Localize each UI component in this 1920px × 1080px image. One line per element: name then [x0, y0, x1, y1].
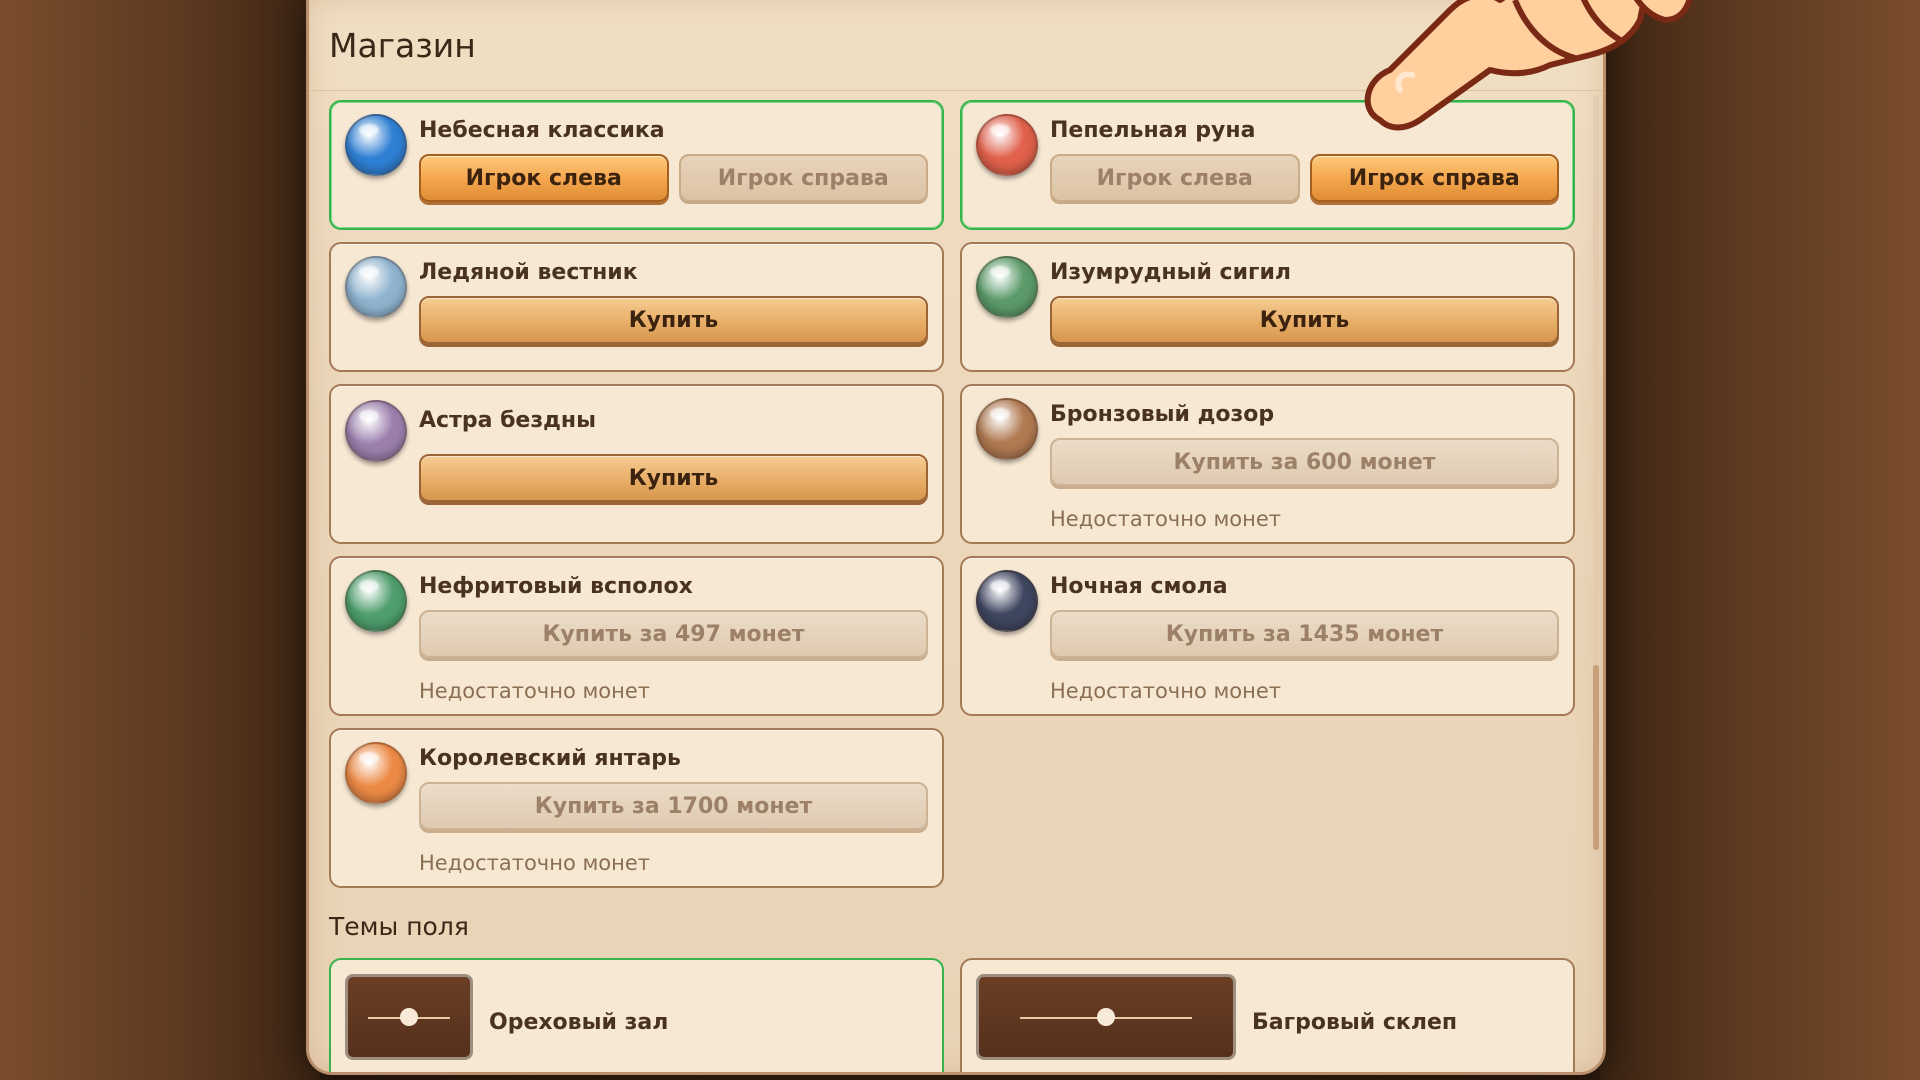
skin-orb-icon	[345, 570, 407, 632]
pointing-hand-icon	[1364, 0, 1693, 131]
not-enough-coins-text: Недостаточно монет	[419, 679, 651, 703]
skin-orb-icon	[976, 256, 1038, 318]
skin-name: Небесная классика	[419, 118, 665, 143]
skin-card-astra-bezdny: Астра бездны Купить	[329, 384, 944, 544]
skin-orb-icon	[345, 114, 407, 176]
skin-card-bronzovy-dozor: Бронзовый дозор Купить за 600 монет Недо…	[960, 384, 1575, 544]
buy-for-coins-button[interactable]: Купить за 600 монет	[1050, 438, 1559, 486]
skin-card-ledyanoy-vestnik: Ледяной вестник Купить	[329, 242, 944, 372]
player-right-button[interactable]: Игрок справа	[1309, 154, 1559, 202]
skin-card-izumrudny-sigil: Изумрудный сигил Купить	[960, 242, 1575, 372]
buy-for-coins-button[interactable]: Купить за 497 монет	[419, 610, 928, 658]
theme-name: Ореховый зал	[489, 1010, 669, 1035]
skins-grid: Небесная классика Игрок слева Игрок спра…	[329, 100, 1575, 888]
skin-orb-icon	[345, 400, 407, 462]
skin-name: Нефритовый всполох	[419, 574, 693, 599]
theme-preview-icon	[345, 974, 473, 1060]
theme-preview-icon	[976, 974, 1236, 1060]
skin-card-korolevsky-yantar: Королевский янтарь Купить за 1700 монет …	[329, 728, 944, 888]
buy-for-coins-button[interactable]: Купить за 1700 монет	[419, 782, 928, 830]
skin-orb-icon	[976, 398, 1038, 460]
player-right-button[interactable]: Игрок справа	[678, 154, 928, 202]
theme-name: Багровый склеп	[1252, 1010, 1458, 1035]
themes-row: Ореховый зал Багровый склеп	[329, 958, 1575, 1072]
not-enough-coins-text: Недостаточно монет	[1050, 507, 1282, 531]
skin-name: Астра бездны	[419, 408, 596, 433]
player-left-button[interactable]: Игрок слева	[1050, 154, 1300, 202]
buy-button[interactable]: Купить	[419, 296, 928, 344]
skin-orb-icon	[976, 114, 1038, 176]
skin-name: Пепельная руна	[1050, 118, 1256, 143]
theme-card-bagrovy-sklep[interactable]: Багровый склеп	[960, 958, 1575, 1072]
board-themes-title: Темы поля	[329, 912, 469, 941]
shop-panel: Магазин Небесная классика Игрок слева Иг…	[306, 0, 1606, 1075]
skin-orb-icon	[345, 256, 407, 318]
skin-name: Ночная смола	[1050, 574, 1228, 599]
not-enough-coins-text: Недостаточно монет	[1050, 679, 1282, 703]
skin-card-nebesnaya-klassika: Небесная классика Игрок слева Игрок спра…	[329, 100, 944, 230]
buy-button[interactable]: Купить	[419, 454, 928, 502]
skin-name: Бронзовый дозор	[1050, 402, 1275, 427]
skin-name: Изумрудный сигил	[1050, 260, 1292, 285]
background-right	[1600, 0, 1920, 1080]
not-enough-coins-text: Недостаточно монет	[419, 851, 651, 875]
skin-card-nefritovy-vspolokh: Нефритовый всполох Купить за 497 монет Н…	[329, 556, 944, 716]
buy-for-coins-button[interactable]: Купить за 1435 монет	[1050, 610, 1559, 658]
scrollbar[interactable]	[1593, 95, 1599, 855]
skin-name: Ледяной вестник	[419, 260, 638, 285]
theme-card-orekhovy-zal[interactable]: Ореховый зал	[329, 958, 944, 1072]
skin-orb-icon	[976, 570, 1038, 632]
preview-knob	[1097, 1008, 1115, 1026]
player-left-button[interactable]: Игрок слева	[419, 154, 669, 202]
skin-card-nochnaya-smola: Ночная смола Купить за 1435 монет Недост…	[960, 556, 1575, 716]
skin-orb-icon	[345, 742, 407, 804]
preview-knob	[400, 1008, 418, 1026]
background-left	[0, 0, 320, 1080]
buy-button[interactable]: Купить	[1050, 296, 1559, 344]
shop-title: Магазин	[329, 26, 476, 65]
skin-name: Королевский янтарь	[419, 746, 681, 771]
scrollbar-thumb[interactable]	[1593, 665, 1599, 850]
